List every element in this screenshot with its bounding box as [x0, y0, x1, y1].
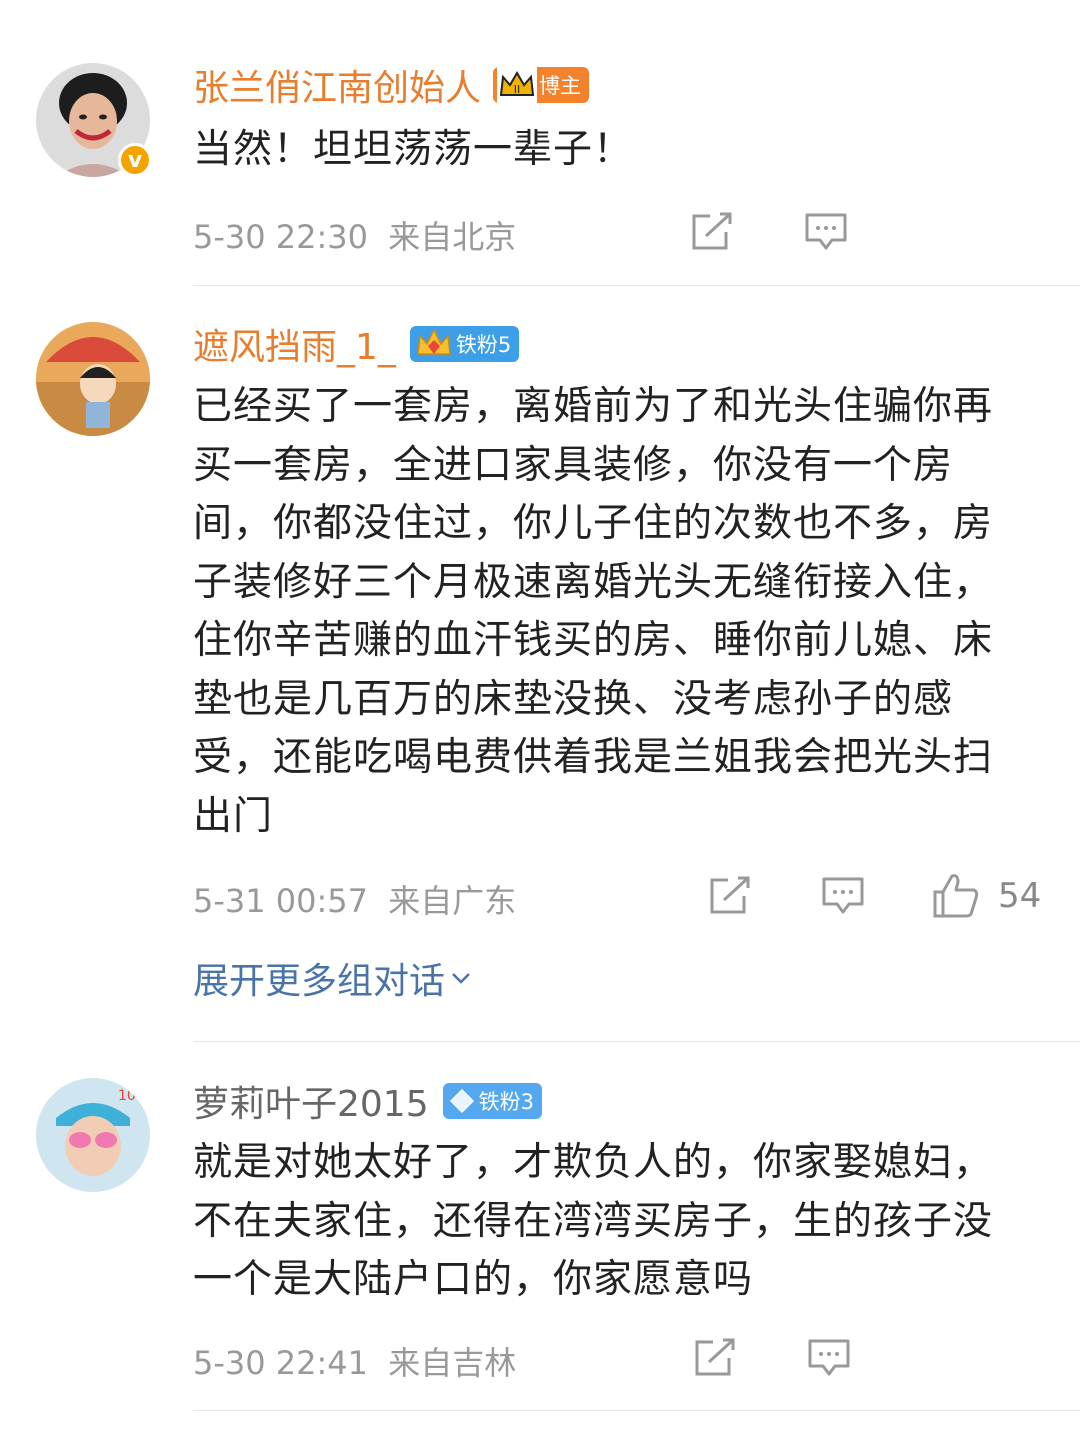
- fan-badge[interactable]: 铁粉5: [409, 326, 520, 362]
- comment-meta: 5-31 00:57 来自广东: [193, 876, 516, 922]
- comment-icon[interactable]: [804, 212, 848, 252]
- comment-text: 已经买了一套房，离婚前为了和光头住骗你再买一套房，全进口家具装修，你没有一个房间…: [193, 384, 994, 839]
- comment-header: 遮风挡雨_1_ 铁粉5: [193, 318, 520, 370]
- comment-icon[interactable]: [821, 876, 865, 916]
- chevron-down-icon: [452, 973, 470, 984]
- svg-text:100: 100: [118, 1088, 145, 1104]
- divider: [193, 285, 1080, 286]
- comment-location: 来自广东: [388, 882, 517, 920]
- comment-location: 来自吉林: [388, 1344, 517, 1382]
- comment-meta: 5-30 22:30 来自北京: [193, 212, 516, 258]
- blogger-badge[interactable]: II 博主: [493, 67, 590, 103]
- fan-badge[interactable]: 铁粉3: [442, 1083, 542, 1119]
- svg-text:II: II: [514, 83, 521, 96]
- avatar[interactable]: 100: [36, 1078, 150, 1192]
- comment-text: 就是对她太好了，才欺负人的，你家娶媳妇，不在夫家住，还得在湾湾买房子，生的孩子没…: [193, 1140, 994, 1302]
- username[interactable]: 萝莉叶子2015: [193, 1075, 429, 1127]
- divider: [193, 1041, 1080, 1042]
- comment-icon[interactable]: [807, 1338, 851, 1378]
- like-icon[interactable]: [932, 872, 980, 918]
- comment-meta: 5-30 22:41 来自吉林: [193, 1338, 516, 1384]
- share-icon[interactable]: [708, 876, 752, 916]
- avatar[interactable]: [36, 322, 150, 436]
- comment-date: 5-31 00:57: [193, 882, 369, 920]
- comment-location: 来自北京: [388, 218, 517, 256]
- share-icon[interactable]: [693, 1338, 737, 1378]
- comment-date: 5-30 22:41: [193, 1344, 369, 1382]
- crown-diamond-icon: [414, 326, 454, 362]
- expand-conversation-link[interactable]: 展开更多组对话: [193, 952, 473, 1004]
- share-icon[interactable]: [690, 212, 734, 252]
- comment-date: 5-30 22:30: [193, 218, 369, 256]
- comment-header: 张兰俏江南创始人 II 博主: [193, 59, 590, 111]
- comment-header: 萝莉叶子2015 铁粉3: [193, 1076, 542, 1126]
- username[interactable]: 张兰俏江南创始人: [193, 59, 481, 111]
- badge-label: 博主: [539, 74, 582, 98]
- like-count: 54: [998, 876, 1042, 916]
- comment-text: 当然！坦坦荡荡一辈子！: [193, 127, 634, 172]
- username[interactable]: 遮风挡雨_1_: [193, 318, 396, 370]
- crown-v-icon: II: [497, 67, 538, 103]
- divider: [193, 1410, 1080, 1411]
- verified-icon: v: [118, 143, 152, 177]
- avatar[interactable]: v: [36, 63, 152, 177]
- badge-label: 铁粉3: [478, 1090, 534, 1114]
- badge-label: 铁粉5: [455, 333, 512, 357]
- expand-label: 展开更多组对话: [193, 961, 446, 1002]
- diamond-icon: [447, 1083, 477, 1119]
